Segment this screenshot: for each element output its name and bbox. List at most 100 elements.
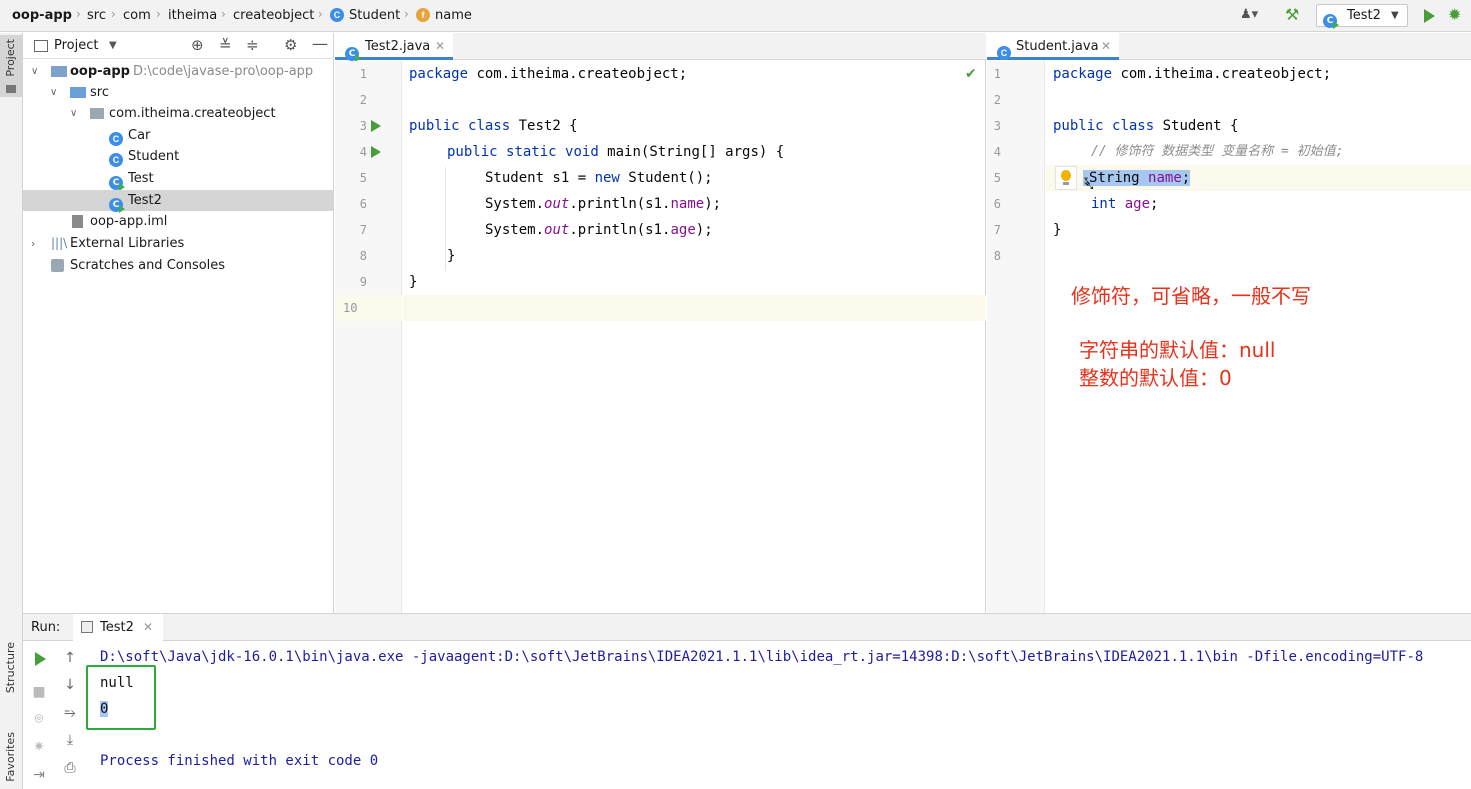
line-number: 5 <box>993 171 1001 185</box>
tree-item-test[interactable]: C Test <box>23 168 334 191</box>
current-line-highlight <box>403 295 986 321</box>
breadcrumb-itheima[interactable]: itheima <box>168 8 217 23</box>
tree-item-label: com.itheima.createobject <box>109 106 276 121</box>
breadcrumb-src[interactable]: src <box>87 8 106 23</box>
breadcrumb-student[interactable]: Student <box>349 8 400 23</box>
run-panel: Run: Test2 ✕ ■ ⌾ ✷ ⇥ ↑ ↓ ⥱ ⤓ ⎙ D:\soft\J… <box>23 613 1471 789</box>
run-tab-label: Test2 <box>100 620 134 635</box>
code-line-8[interactable]: } <box>447 243 455 269</box>
breadcrumb-separator: › <box>318 7 323 21</box>
chevron-right-icon[interactable]: › <box>31 233 35 254</box>
tree-item-label: Test2 <box>128 193 162 208</box>
output-highlight-box <box>86 665 156 730</box>
soft-wrap-icon[interactable]: ⥱ <box>60 705 80 721</box>
code-line-9[interactable]: } <box>409 269 417 295</box>
tree-item-student[interactable]: C Student <box>23 146 334 167</box>
exit-icon[interactable]: ⇥ <box>29 767 49 783</box>
rerun-icon[interactable] <box>35 652 46 666</box>
tree-item-iml[interactable]: oop-app.iml <box>23 211 334 232</box>
tree-item-label: Test <box>128 171 154 186</box>
run-gutter-icon[interactable] <box>371 146 381 158</box>
scroll-to-end-icon[interactable]: ⤓ <box>60 732 80 748</box>
down-arrow-icon[interactable]: ↓ <box>60 677 80 693</box>
chevron-down-icon[interactable]: ▼ <box>109 40 117 51</box>
line-number: 6 <box>993 197 1001 211</box>
code-line-6[interactable]: int age; <box>1091 191 1158 217</box>
code-line-5[interactable]: ▾String name; <box>1083 165 1191 191</box>
tree-item-label: Student <box>128 149 180 164</box>
line-number: 10 <box>335 295 402 321</box>
up-arrow-icon[interactable]: ↑ <box>60 650 80 666</box>
project-view-select[interactable]: Project <box>54 38 98 53</box>
print-icon[interactable]: ⎙ <box>60 760 80 776</box>
lightbulb-base <box>1063 182 1069 185</box>
chevron-down-icon[interactable]: ∨ <box>70 103 77 124</box>
code-line-3[interactable]: public class Student { <box>1053 113 1238 139</box>
hide-panel-icon[interactable]: — <box>312 34 328 53</box>
project-tool-tab[interactable]: Project <box>0 35 22 97</box>
line-number: 2 <box>359 93 367 107</box>
class-icon: C <box>109 149 123 170</box>
run-config-icon: C <box>1323 9 1339 30</box>
code-line-1[interactable]: package com.itheima.createobject; <box>409 61 687 87</box>
run-tab-test2[interactable]: Test2 ✕ <box>73 614 163 641</box>
tab-test2-java[interactable]: C Test2.java ✕ <box>335 33 453 62</box>
gear-icon[interactable]: ⚙ <box>284 36 297 54</box>
chevron-down-icon[interactable]: ∨ <box>31 61 38 82</box>
locate-icon[interactable]: ⊕ <box>191 36 204 54</box>
breadcrumb-name[interactable]: name <box>435 8 472 23</box>
line-number: 8 <box>359 249 367 263</box>
line-number: 3 <box>993 119 1001 133</box>
console-finish: Process finished with exit code 0 <box>100 753 379 769</box>
camera-icon[interactable]: ⌾ <box>29 711 49 727</box>
code-line-7[interactable]: System.out.println(s1.age); <box>485 217 713 243</box>
tree-item-src[interactable]: ∨ src <box>23 82 334 103</box>
tab-student-java[interactable]: C Student.java ✕ <box>987 33 1119 60</box>
lightbulb-icon <box>1061 170 1071 181</box>
close-icon[interactable]: ✕ <box>435 33 445 60</box>
favorites-tool-tab[interactable]: Favorites <box>0 728 22 788</box>
code-line-6[interactable]: System.out.println(s1.name); <box>485 191 721 217</box>
code-line-1[interactable]: package com.itheima.createobject; <box>1053 61 1331 87</box>
breadcrumb-createobject[interactable]: createobject <box>233 8 314 23</box>
code-line-4[interactable]: public static void main(String[] args) { <box>447 139 784 165</box>
navigation-bar: oop-app › src › com › itheima › createob… <box>0 0 1471 32</box>
run-gutter-icon[interactable] <box>371 120 381 132</box>
breadcrumb-separator: › <box>111 7 116 21</box>
stop-icon[interactable]: ■ <box>29 684 49 700</box>
run-panel-header: Run: Test2 ✕ <box>23 614 1471 641</box>
run-config-select[interactable]: C Test2 ▼ <box>1316 4 1408 30</box>
close-icon[interactable]: ✕ <box>1101 33 1111 60</box>
code-line-5[interactable]: Student s1 = new Student(); <box>485 165 713 191</box>
debug-bug-icon[interactable]: ✹ <box>1448 5 1461 24</box>
tree-item-oop-app[interactable]: ∨ oop-app D:\code\javase-pro\oop-app <box>23 61 334 82</box>
line-number: 2 <box>993 93 1001 107</box>
run-icon[interactable] <box>1424 9 1435 23</box>
close-icon[interactable]: ✕ <box>143 620 153 634</box>
structure-tool-tab[interactable]: Structure <box>0 638 22 718</box>
collapse-all-icon[interactable]: ≑ <box>246 36 259 54</box>
project-tab-label: Project <box>4 39 17 77</box>
build-hammer-icon[interactable]: ⚒ <box>1285 5 1299 24</box>
expand-all-icon[interactable]: ≚ <box>219 36 232 54</box>
module-folder-icon <box>51 66 67 77</box>
tree-item-car[interactable]: C Car <box>23 125 334 146</box>
tree-item-scratches[interactable]: Scratches and Consoles <box>23 255 334 276</box>
tree-item-test2[interactable]: C Test2 <box>23 190 334 213</box>
package-icon <box>90 108 104 119</box>
code-line-3[interactable]: public class Test2 { <box>409 113 578 139</box>
intention-bulb[interactable] <box>1055 166 1077 190</box>
code-line-4-comment[interactable]: // 修饰符 数据类型 变量名称 = 初始值; <box>1091 139 1343 165</box>
console-output[interactable]: D:\soft\Java\jdk-16.0.1\bin\java.exe -ja… <box>86 642 1471 789</box>
settings-icon[interactable]: ✷ <box>29 739 49 755</box>
user-icon[interactable]: ♟▾ <box>1240 7 1258 22</box>
tree-item-package[interactable]: ∨ com.itheima.createobject <box>23 103 334 124</box>
breadcrumb-com[interactable]: com <box>123 8 151 23</box>
breadcrumb-project[interactable]: oop-app <box>12 8 72 23</box>
tree-item-external-libraries[interactable]: › |||\ External Libraries <box>23 233 334 254</box>
code-line-7[interactable]: } <box>1053 217 1061 243</box>
chevron-down-icon[interactable]: ∨ <box>50 82 57 103</box>
annotation-modifier: 修饰符，可省略，一般不写 <box>1071 284 1311 308</box>
breadcrumb-separator: › <box>221 7 226 21</box>
line-number: 4 <box>993 145 1001 159</box>
